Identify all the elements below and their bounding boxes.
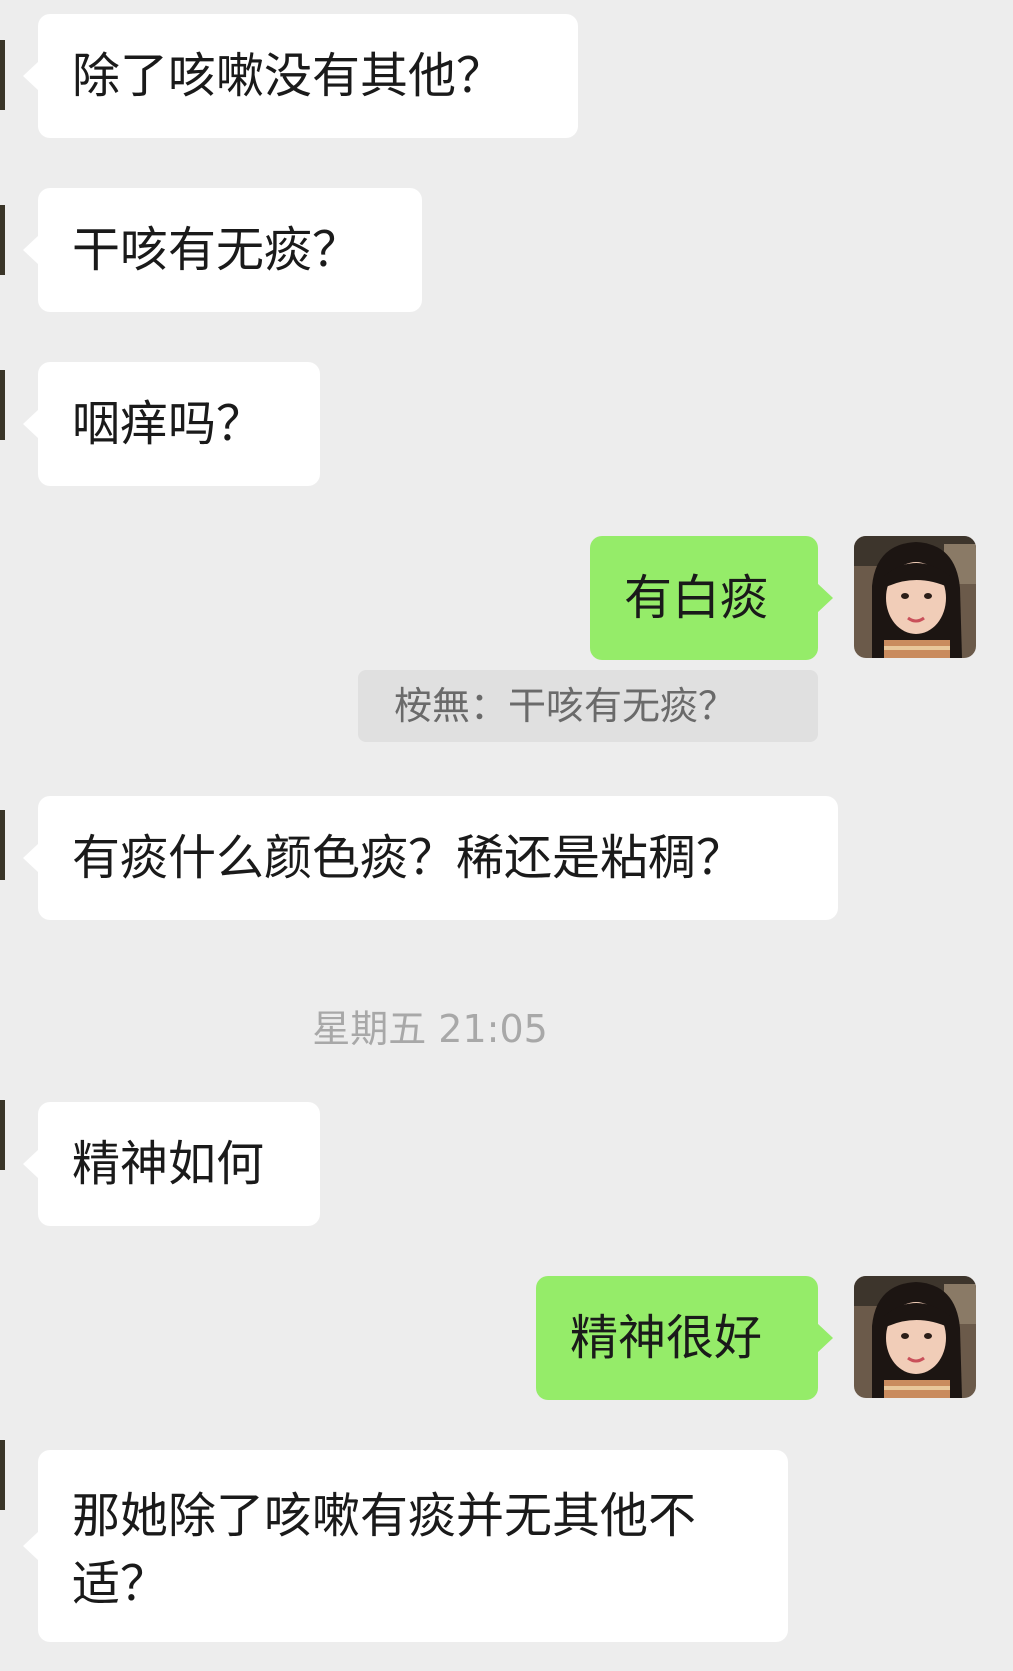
user-avatar[interactable] xyxy=(854,1276,976,1398)
cropped-avatar-edge xyxy=(0,1440,5,1510)
incoming-message-bubble[interactable]: 精神如何 xyxy=(23,1102,320,1226)
incoming-message-bubble[interactable]: 那她除了咳嗽有痰并无其他不适？ xyxy=(23,1450,788,1642)
cropped-avatar-edge xyxy=(0,205,5,275)
cropped-avatar-edge xyxy=(0,810,5,880)
quote-text: 桉無：干咳有无痰？ xyxy=(394,684,737,728)
incoming-message-bubble[interactable]: 干咳有无痰？ xyxy=(23,188,422,312)
avatar-photo-icon xyxy=(854,536,976,658)
message-text: 除了咳嗽没有其他？ xyxy=(72,48,505,104)
outgoing-message-bubble[interactable]: 精神很好 xyxy=(536,1276,833,1400)
user-avatar[interactable] xyxy=(854,536,976,658)
quoted-reply[interactable]: 桉無：干咳有无痰？ xyxy=(358,670,818,742)
cropped-avatar-edge xyxy=(0,40,5,110)
timestamp: 星期五 21:05 xyxy=(312,1007,548,1051)
incoming-message-bubble[interactable]: 除了咳嗽没有其他？ xyxy=(23,14,578,138)
incoming-message-bubble[interactable]: 有痰什么颜色痰？稀还是粘稠？ xyxy=(23,796,838,920)
message-text: 有白痰 xyxy=(624,570,769,626)
avatar-photo-icon xyxy=(854,1276,976,1398)
message-text: 咽痒吗？ xyxy=(72,396,265,452)
message-text: 精神如何 xyxy=(72,1136,265,1192)
cropped-avatar-edge xyxy=(0,1100,5,1170)
chat-area[interactable]: 除了咳嗽没有其他？ 干咳有无痰？ 咽痒吗？ 有白痰 桉無：干咳有无痰？ 有痰什么… xyxy=(0,0,1013,1671)
cropped-avatar-edge xyxy=(0,370,5,440)
message-text: 那她除了咳嗽有痰并无其他不适？ xyxy=(72,1488,697,1612)
incoming-message-bubble[interactable]: 咽痒吗？ xyxy=(23,362,320,486)
message-text: 精神很好 xyxy=(570,1310,763,1366)
outgoing-message-bubble[interactable]: 有白痰 xyxy=(590,536,833,660)
message-text: 有痰什么颜色痰？稀还是粘稠？ xyxy=(72,830,745,886)
message-text: 干咳有无痰？ xyxy=(72,222,361,278)
